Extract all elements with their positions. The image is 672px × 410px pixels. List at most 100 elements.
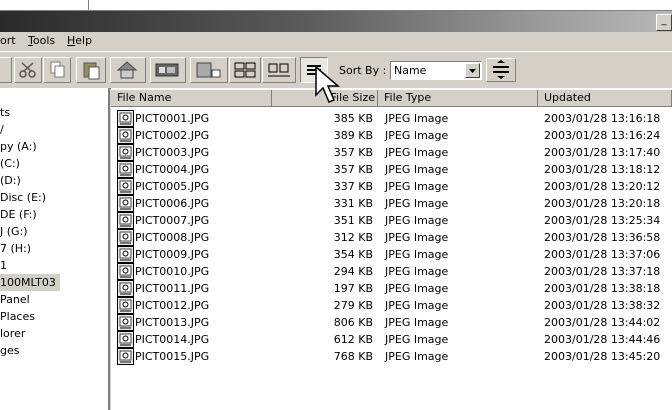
tree-item[interactable]: 100MLT03 <box>0 274 60 291</box>
file-type: JPEG Image <box>385 214 449 227</box>
file-type: JPEG Image <box>385 129 449 142</box>
jpeg-file-icon <box>117 348 134 365</box>
file-size: 354 KB <box>333 248 373 261</box>
file-type: JPEG Image <box>385 248 449 261</box>
menu-tools-label: ools <box>32 34 56 47</box>
file-size: 279 KB <box>333 299 373 312</box>
file-size: 197 KB <box>333 282 373 295</box>
tree-item[interactable]: (C:) <box>0 155 20 172</box>
file-list-header: File Name File Size File Type Updated <box>111 90 672 107</box>
slideshow-icon <box>155 63 179 77</box>
menu-export[interactable]: ort <box>0 34 16 47</box>
file-name: PICT0012.JPG <box>135 299 210 312</box>
tree-item[interactable]: Panel <box>0 291 30 308</box>
paste-button[interactable] <box>76 57 106 83</box>
minimize-button[interactable]: _ <box>656 14 672 31</box>
menu-tools[interactable]: Tools <box>28 34 55 47</box>
file-list: File Name File Size File Type Updated PI… <box>111 88 672 410</box>
prev-tool-button[interactable] <box>0 57 12 83</box>
file-updated: 2003/01/28 13:16:24 <box>544 129 661 142</box>
file-type: JPEG Image <box>385 350 449 363</box>
tree-item[interactable]: DE (F:) <box>0 206 37 223</box>
file-name: PICT0001.JPG <box>135 112 210 125</box>
tree-item[interactable]: J (G:) <box>0 223 28 240</box>
file-updated: 2003/01/28 13:18:12 <box>544 163 661 176</box>
copy-icon <box>50 61 65 78</box>
file-size: 351 KB <box>333 214 373 227</box>
home-icon <box>116 61 138 79</box>
properties-icon <box>196 62 221 78</box>
file-updated: 2003/01/28 13:44:46 <box>544 333 661 346</box>
file-size: 385 KB <box>333 112 373 125</box>
file-name: PICT0007.JPG <box>135 214 210 227</box>
small-icons-button[interactable] <box>262 57 296 83</box>
tree-item[interactable]: ges <box>0 342 19 359</box>
file-name: PICT0015.JPG <box>135 350 210 363</box>
sort-by-label: Sort By : <box>339 64 387 77</box>
tree-item[interactable]: 7 (H:) <box>0 240 31 257</box>
cut-icon <box>19 62 36 78</box>
table-row[interactable]: PICT0015.JPG 768 KB JPEG Image 2003/01/28 1… <box>111 346 672 367</box>
sort-order-icon <box>493 60 509 79</box>
file-name: PICT0002.JPG <box>135 129 210 142</box>
file-updated: 2003/01/28 13:44:02 <box>544 316 661 329</box>
file-type: JPEG Image <box>385 316 449 329</box>
file-size: 768 KB <box>333 350 373 363</box>
file-updated: 2003/01/28 13:20:18 <box>544 197 661 210</box>
file-updated: 2003/01/28 13:45:20 <box>544 350 661 363</box>
chevron-down-icon[interactable] <box>465 63 480 78</box>
file-name: PICT0008.JPG <box>135 231 210 244</box>
small-icons-icon <box>268 63 290 77</box>
file-updated: 2003/01/28 13:38:18 <box>544 282 661 295</box>
file-updated: 2003/01/28 13:20:12 <box>544 180 661 193</box>
tree-item[interactable]: 1 <box>0 257 7 274</box>
file-updated: 2003/01/28 13:37:06 <box>544 248 661 261</box>
sort-by-dropdown[interactable]: Name <box>390 61 482 80</box>
menu-help-label: elp <box>75 34 93 47</box>
tree-item[interactable]: ts <box>0 104 10 121</box>
file-type: JPEG Image <box>385 180 449 193</box>
menu-help[interactable]: Help <box>67 34 92 47</box>
file-type: JPEG Image <box>385 197 449 210</box>
sort-by-value: Name <box>394 64 427 77</box>
file-type: JPEG Image <box>385 231 449 244</box>
address-strip <box>0 0 672 11</box>
file-name: PICT0005.JPG <box>135 180 210 193</box>
tree-item[interactable]: Disc (E:) <box>0 189 46 206</box>
file-name: PICT0011.JPG <box>135 282 210 295</box>
properties-button[interactable] <box>190 57 228 83</box>
file-updated: 2003/01/28 13:16:18 <box>544 112 661 125</box>
slideshow-button[interactable] <box>150 57 186 83</box>
column-header-file-type[interactable]: File Type <box>378 90 538 107</box>
title-bar: _ <box>0 11 672 32</box>
file-type: JPEG Image <box>385 146 449 159</box>
file-name: PICT0004.JPG <box>135 163 210 176</box>
file-name: PICT0014.JPG <box>135 333 210 346</box>
file-name: PICT0013.JPG <box>135 316 210 329</box>
tree-item[interactable]: lorer <box>0 325 25 342</box>
copy-button[interactable] <box>43 57 71 83</box>
file-size: 331 KB <box>333 197 373 210</box>
file-size: 312 KB <box>333 231 373 244</box>
file-name: PICT0003.JPG <box>135 146 210 159</box>
home-folder-button[interactable] <box>110 57 146 83</box>
file-size: 337 KB <box>333 180 373 193</box>
file-size: 357 KB <box>333 146 373 159</box>
cut-button[interactable] <box>14 57 42 83</box>
strip-divider <box>88 0 89 10</box>
file-name: PICT0010.JPG <box>135 265 210 278</box>
file-size: 806 KB <box>333 316 373 329</box>
tree-item[interactable]: Places <box>0 308 35 325</box>
sort-order-button[interactable] <box>486 58 516 82</box>
file-updated: 2003/01/28 13:36:58 <box>544 231 661 244</box>
tree-item[interactable]: / <box>0 121 4 138</box>
file-updated: 2003/01/28 13:37:18 <box>544 265 661 278</box>
column-header-updated[interactable]: Updated <box>538 90 672 107</box>
large-icons-icon <box>234 62 256 78</box>
tree-item[interactable]: py (A:) <box>0 138 37 155</box>
large-icons-button[interactable] <box>229 57 261 83</box>
mouse-pointer-icon <box>315 65 340 103</box>
file-size: 357 KB <box>333 163 373 176</box>
column-header-file-name[interactable]: File Name <box>111 90 272 107</box>
tree-item[interactable]: (D:) <box>0 172 21 189</box>
